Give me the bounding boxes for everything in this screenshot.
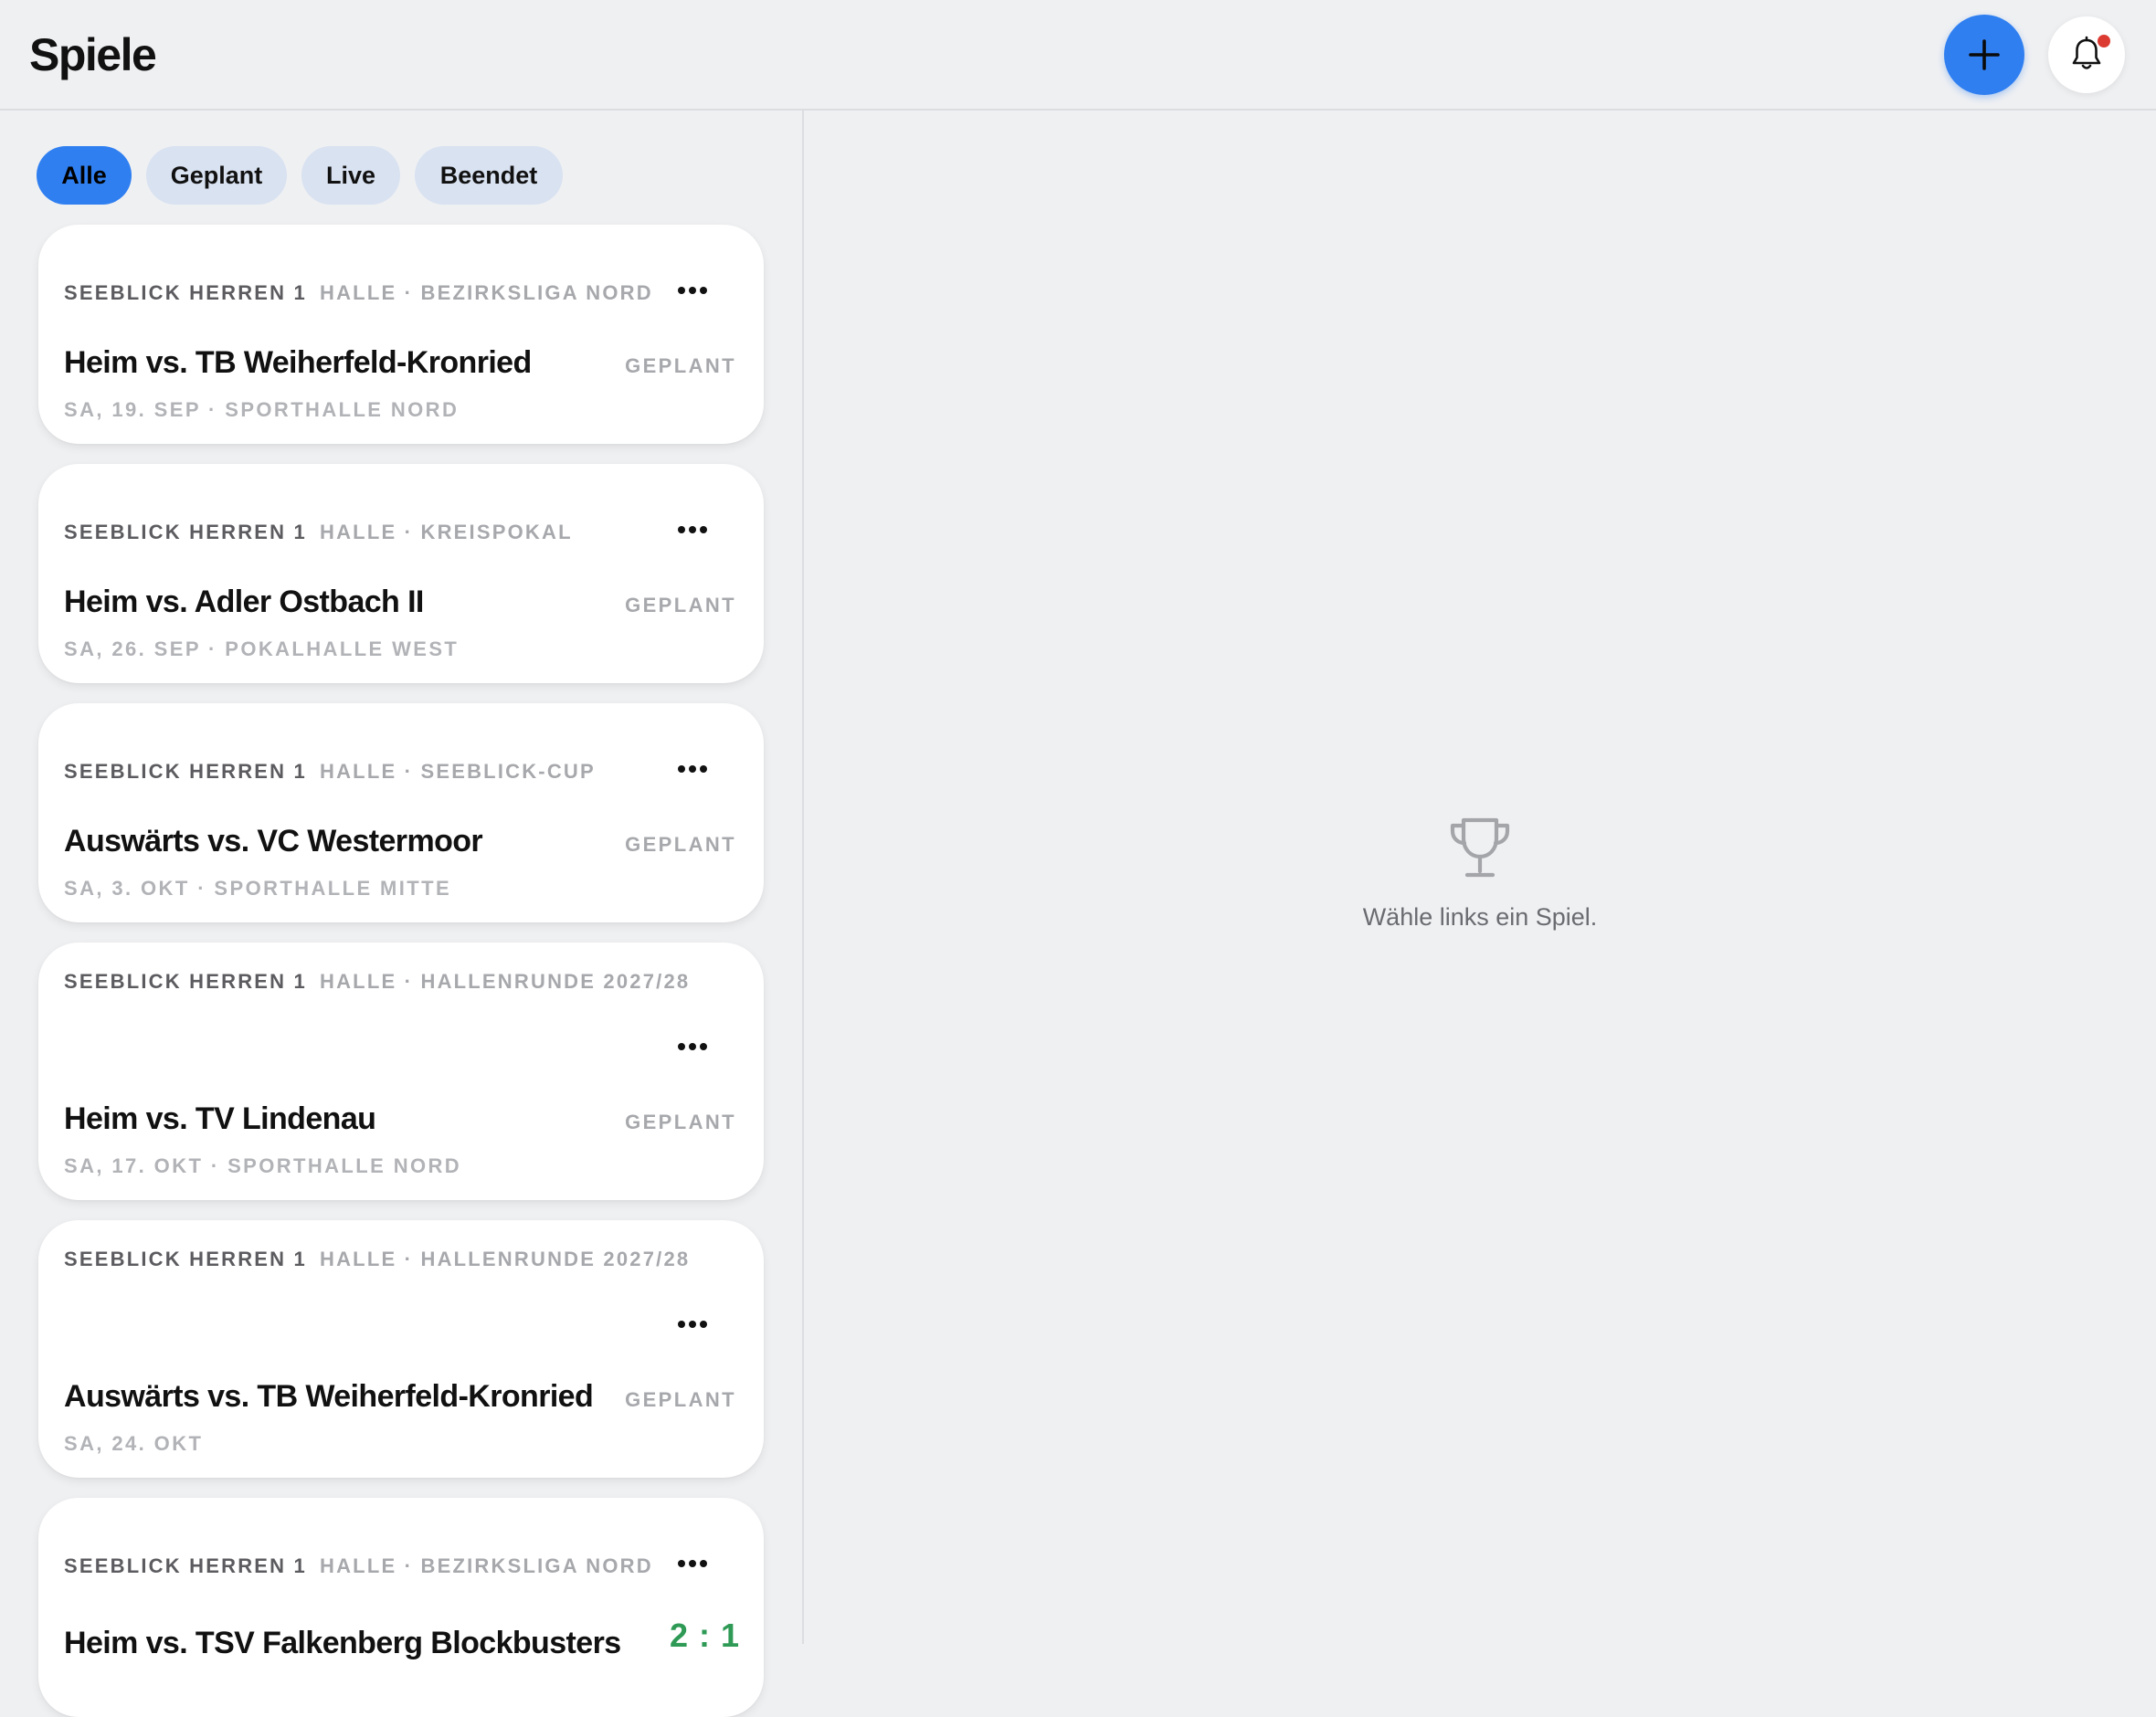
trophy-icon bbox=[1450, 817, 1510, 878]
match-card[interactable]: SEEBLICK HERREN 1 HALLE · BEZIRKSLIGA NOR… bbox=[38, 225, 764, 444]
match-card[interactable]: SEEBLICK HERREN 1 HALLE · BEZIRKSLIGA NOR… bbox=[38, 1498, 764, 1717]
match-card[interactable]: SEEBLICK HERREN 1 HALLE · SEEBLICK-CUP Au… bbox=[38, 703, 764, 922]
match-team: SEEBLICK HERREN 1 HALLE · HALLENRUNDE 202… bbox=[64, 970, 691, 993]
match-competition: HALLE · BEZIRKSLIGA NORD bbox=[320, 1554, 653, 1577]
match-competition: HALLE · HALLENRUNDE 2027/28 bbox=[320, 970, 691, 993]
match-team: SEEBLICK HERREN 1 HALLE · KREISPOKAL bbox=[64, 521, 573, 543]
status-badge: GEPLANT bbox=[625, 1111, 736, 1133]
status-badge: GEPLANT bbox=[625, 1388, 736, 1411]
match-title: Heim vs. Adler Ostbach II bbox=[64, 585, 424, 619]
filter-chip-beendet[interactable]: Beendet bbox=[415, 146, 563, 205]
match-team: SEEBLICK HERREN 1 HALLE · BEZIRKSLIGA NOR… bbox=[64, 1554, 653, 1577]
match-date-venue: SA, 24. OKT bbox=[64, 1432, 204, 1455]
more-options-icon[interactable] bbox=[674, 516, 711, 543]
match-title: Heim vs. TV Lindenau bbox=[64, 1101, 376, 1136]
more-options-icon[interactable] bbox=[674, 1311, 711, 1338]
match-title: Auswärts vs. VC Westermoor bbox=[64, 824, 483, 858]
status-badge: GEPLANT bbox=[625, 833, 736, 856]
add-match-button[interactable] bbox=[1944, 15, 2024, 95]
match-date-venue: SA, 3. OKT · SPORTHALLE MITTE bbox=[64, 877, 452, 900]
match-team: SEEBLICK HERREN 1 HALLE · HALLENRUNDE 202… bbox=[64, 1248, 691, 1270]
match-date-venue: SA, 19. SEP · SPORTHALLE NORD bbox=[64, 398, 460, 421]
status-badge: GEPLANT bbox=[625, 354, 736, 377]
match-competition: HALLE · KREISPOKAL bbox=[320, 521, 573, 543]
match-card[interactable]: SEEBLICK HERREN 1 HALLE · HALLENRUNDE 202… bbox=[38, 943, 764, 1200]
page-title: Spiele bbox=[29, 29, 157, 80]
match-title: Heim vs. TB Weiherfeld-Kronried bbox=[64, 345, 532, 380]
pane-divider bbox=[802, 111, 804, 1644]
filter-chip-alle[interactable]: Alle bbox=[37, 146, 132, 205]
plus-icon bbox=[1969, 39, 2000, 70]
match-card[interactable]: SEEBLICK HERREN 1 HALLE · KREISPOKAL Heim… bbox=[38, 464, 764, 683]
match-card[interactable]: SEEBLICK HERREN 1 HALLE · HALLENRUNDE 202… bbox=[38, 1220, 764, 1478]
match-score: 2 : 1 bbox=[669, 1617, 740, 1654]
filter-chip-geplant[interactable]: Geplant bbox=[146, 146, 287, 205]
more-options-icon[interactable] bbox=[674, 1033, 711, 1060]
match-team: SEEBLICK HERREN 1 HALLE · SEEBLICK-CUP bbox=[64, 760, 596, 783]
match-date-venue: SA, 26. SEP · POKALHALLE WEST bbox=[64, 637, 460, 660]
match-competition: HALLE · HALLENRUNDE 2027/28 bbox=[320, 1248, 691, 1270]
status-badge: GEPLANT bbox=[625, 594, 736, 616]
match-competition: HALLE · SEEBLICK-CUP bbox=[320, 760, 596, 783]
match-team: SEEBLICK HERREN 1 HALLE · BEZIRKSLIGA NOR… bbox=[64, 281, 653, 304]
more-options-icon[interactable] bbox=[674, 1550, 711, 1577]
notifications-button[interactable] bbox=[2048, 16, 2125, 93]
notification-badge bbox=[2096, 33, 2112, 49]
filter-chip-live[interactable]: Live bbox=[301, 146, 400, 205]
match-title: Auswärts vs. TB Weiherfeld-Kronried bbox=[64, 1379, 594, 1414]
match-date-venue: SA, 17. OKT · SPORTHALLE NORD bbox=[64, 1154, 462, 1177]
more-options-icon[interactable] bbox=[674, 755, 711, 783]
detail-empty-state: Wähle links ein Spiel. bbox=[1316, 813, 1644, 932]
match-competition: HALLE · BEZIRKSLIGA NORD bbox=[320, 281, 653, 304]
top-bar: Spiele bbox=[0, 0, 2156, 111]
more-options-icon[interactable] bbox=[674, 277, 711, 304]
empty-state-text: Wähle links ein Spiel. bbox=[1362, 903, 1598, 931]
